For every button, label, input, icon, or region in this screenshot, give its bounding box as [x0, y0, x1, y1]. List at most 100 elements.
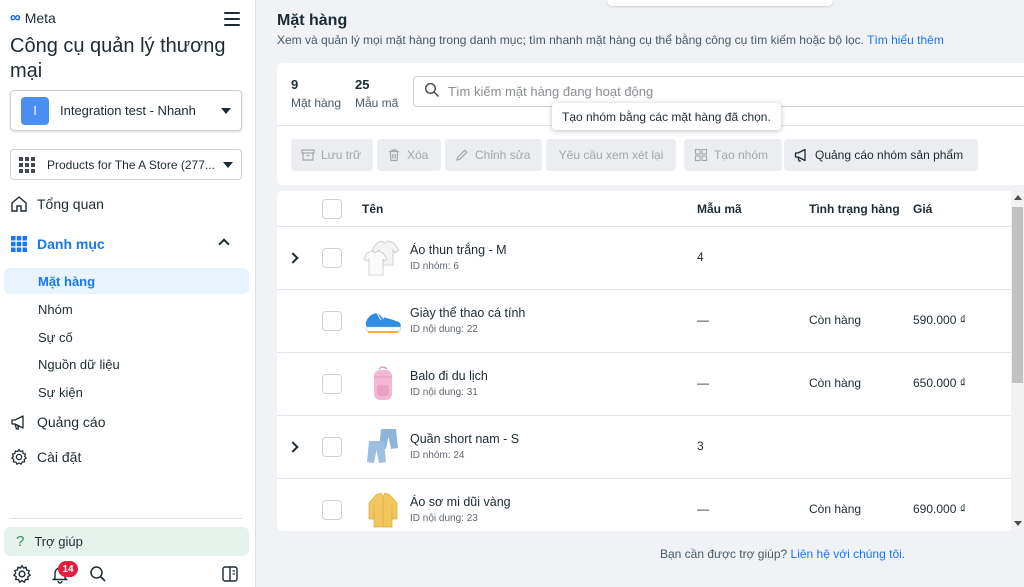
search-icon — [424, 82, 440, 101]
contact-us-link[interactable]: Liên hệ với chúng tôi. — [791, 547, 906, 561]
help-button[interactable]: ? Trợ giúp — [4, 527, 249, 556]
sidebar-item-groups[interactable]: Nhóm — [4, 296, 249, 322]
chevron-right-icon[interactable] — [287, 441, 299, 453]
sneaker-image — [365, 312, 401, 333]
account-name: Integration test - Nhanh — [60, 103, 196, 118]
row-checkbox[interactable] — [322, 437, 342, 457]
price-value: 590.000 ₫ — [913, 313, 966, 327]
stat-variants-count: 25 — [355, 77, 370, 92]
nav-settings[interactable]: Cài đặt — [10, 448, 81, 466]
product-name[interactable]: Quần short nam - S — [410, 432, 519, 446]
price-value: 650.000 ₫ — [913, 376, 966, 390]
product-name[interactable]: Balo đi du lịch — [410, 369, 488, 383]
nav-overview-label: Tổng quan — [37, 196, 104, 212]
chevron-right-icon[interactable] — [287, 252, 299, 264]
items-table: Tên Mẫu mã Tình trạng hàng Giá Áo thun t… — [277, 191, 1024, 531]
settings-gear-icon[interactable] — [12, 564, 32, 584]
group-grid-icon — [694, 148, 708, 162]
panel-toggle-icon[interactable] — [220, 564, 240, 584]
variants-cell: — — [697, 376, 709, 390]
search-icon[interactable] — [88, 564, 108, 584]
archive-button[interactable]: Lưu trữ — [291, 139, 373, 171]
sidebar-item-items[interactable]: Mặt hàng — [4, 268, 249, 294]
menu-icon[interactable] — [224, 12, 240, 26]
variants-cell: — — [697, 502, 709, 516]
column-header-variants[interactable]: Mẫu mã — [697, 191, 742, 227]
sidebar-divider — [10, 518, 242, 519]
row-checkbox[interactable] — [322, 374, 342, 394]
table-row[interactable]: Balo đi du lịch ID nội dung: 31 — Còn hà… — [277, 353, 1012, 416]
nav-catalog[interactable]: Danh mục — [10, 235, 105, 253]
table-row[interactable]: Áo sơ mi dũi vàng ID nội dung: 23 — Còn … — [277, 479, 1012, 531]
delete-button[interactable]: Xóa — [377, 139, 441, 171]
edit-button[interactable]: Chỉnh sửa — [445, 139, 542, 171]
sidebar-item-events[interactable]: Sự kiện — [4, 379, 249, 405]
backpack-image — [374, 366, 392, 400]
create-group-tooltip: Tạo nhóm bằng các mặt hàng đã chọn. — [552, 103, 781, 130]
row-checkbox[interactable] — [322, 311, 342, 331]
stat-variants-label: Mẫu mã — [355, 96, 399, 110]
shirt-image — [368, 492, 398, 528]
caret-down-icon — [221, 107, 231, 114]
sidebar-item-data-sources[interactable]: Nguồn dữ liệu — [4, 351, 249, 377]
app-title: Công cụ quản lý thương mại — [10, 35, 226, 82]
request-review-button[interactable]: Yêu cầu xem xét lại — [546, 139, 676, 171]
status-cell: Còn hàng — [809, 376, 862, 390]
stat-variants: 25 Mẫu mã — [355, 77, 398, 110]
stat-items-label: Mặt hàng — [291, 96, 342, 110]
variants-cell: 3 — [697, 439, 704, 453]
page-description-text: Xem và quản lý mọi mặt hàng trong danh m… — [277, 33, 864, 47]
product-name[interactable]: Giày thể thao cá tính — [410, 306, 525, 320]
meta-brand[interactable]: ∞ Meta — [10, 9, 56, 26]
scrollbar-thumb[interactable] — [1012, 207, 1023, 383]
price-cell: 690.000 ₫ — [913, 502, 966, 516]
shorts-image — [367, 429, 398, 463]
account-avatar: I — [21, 96, 49, 125]
row-checkbox[interactable] — [322, 248, 342, 268]
footer-help-text: Bạn cần được trợ giúp? — [660, 547, 788, 561]
column-header-price[interactable]: Giá — [913, 191, 932, 227]
product-name[interactable]: Áo sơ mi dũi vàng — [410, 495, 511, 509]
archive-label: Lưu trữ — [321, 148, 362, 162]
price-value: 690.000 ₫ — [913, 502, 966, 516]
search-input[interactable] — [448, 84, 1024, 99]
scroll-up-icon[interactable] — [1014, 195, 1022, 200]
top-panel-edge — [607, 0, 833, 6]
price-cell: 650.000 ₫ — [913, 376, 966, 390]
catalog-selector[interactable]: Products for The A Store (277... — [10, 149, 242, 180]
nav-overview[interactable]: Tổng quan — [10, 195, 104, 213]
table-row[interactable]: Quần short nam - S ID nhóm: 24 3 — [277, 416, 1012, 479]
nav-ads[interactable]: Quảng cáo — [10, 413, 106, 431]
question-icon: ? — [16, 533, 25, 550]
gear-icon — [10, 448, 28, 466]
sidebar-item-issues[interactable]: Sự cố — [4, 324, 249, 350]
status-cell: Còn hàng — [809, 502, 862, 516]
select-all-checkbox[interactable] — [322, 199, 342, 219]
variants-cell: — — [697, 313, 709, 327]
help-label: Trợ giúp — [34, 534, 83, 549]
learn-more-link[interactable]: Tìm hiểu thêm — [867, 33, 944, 47]
product-id: ID nhóm: 6 — [410, 261, 459, 272]
scroll-down-icon[interactable] — [1014, 521, 1022, 526]
table-row[interactable]: Giày thể thao cá tính ID nội dung: 22 — … — [277, 290, 1012, 353]
stat-items: 9 Mặt hàng — [291, 77, 341, 110]
create-group-button[interactable]: Tạo nhóm — [684, 139, 782, 171]
column-header-status[interactable]: Tình trạng hàng — [809, 191, 900, 227]
chevron-up-icon[interactable] — [218, 238, 230, 250]
meta-brand-label: Meta — [24, 9, 56, 26]
account-selector[interactable]: I Integration test - Nhanh — [10, 90, 242, 131]
row-checkbox[interactable] — [322, 500, 342, 520]
footer-help: Bạn cần được trợ giúp? Liên hệ với chúng… — [660, 547, 905, 561]
product-name[interactable]: Áo thun trắng - M — [410, 243, 507, 257]
product-id: ID nội dung: 23 — [410, 513, 478, 524]
advertise-group-button[interactable]: Quảng cáo nhóm sản phẩm — [784, 139, 978, 171]
table-row[interactable]: Áo thun trắng - M ID nhóm: 6 4 — [277, 227, 1012, 290]
home-icon — [10, 195, 28, 213]
pencil-icon — [456, 149, 468, 161]
sidebar: ∞ Meta Công cụ quản lý thương mại I Inte… — [0, 0, 256, 587]
page-title: Mặt hàng — [277, 12, 348, 29]
table-scrollbar[interactable] — [1011, 191, 1024, 531]
status-cell: Còn hàng — [809, 313, 862, 327]
column-header-name[interactable]: Tên — [362, 191, 383, 227]
notification-badge: 14 — [58, 561, 78, 577]
